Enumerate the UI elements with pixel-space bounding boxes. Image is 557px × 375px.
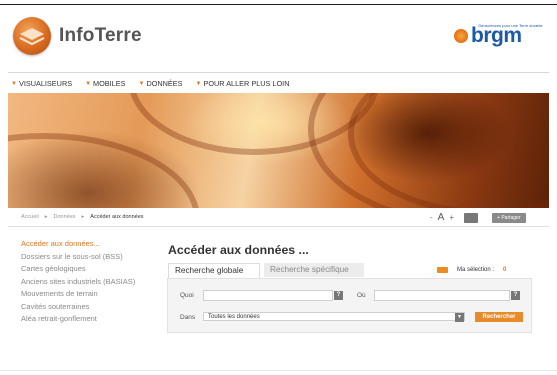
breadcrumb-home[interactable]: Accueil [21, 214, 39, 220]
main-nav: ▼ VISUALISEURS ▼ MOBILES ▼ DONNÉES ▼ POUR AL… [11, 79, 302, 88]
print-icon[interactable] [464, 212, 479, 223]
dropdown-arrow-icon[interactable]: ▼ [455, 313, 464, 322]
sidebar-item-acceder[interactable]: Accéder aux données... [21, 239, 141, 249]
page-tools: - A + + Partager [430, 212, 526, 223]
sidebar-item-bss[interactable]: Dossiers sur le sous-sol (BSS) [21, 252, 141, 262]
tab-recherche-specifique[interactable]: Recherche spécifique [264, 263, 364, 277]
top-border [0, 4, 557, 5]
nav-item-visualiseurs[interactable]: ▼ VISUALISEURS [11, 79, 72, 88]
quoi-help-icon[interactable]: ? [334, 291, 343, 300]
nav-divider [8, 72, 549, 73]
ou-help-icon[interactable]: ? [511, 291, 520, 300]
sidebar-item-cavites[interactable]: Cavités souterraines [21, 302, 141, 312]
font-size-icon: A [437, 212, 445, 223]
font-increase-button[interactable]: + [449, 213, 454, 222]
breadcrumb-separator: ▸ [81, 214, 85, 220]
quoi-input[interactable] [203, 290, 333, 301]
search-panel: Quoi ? Où ? Dans Toutes les données ▼ Re… [167, 278, 532, 333]
content-divider [8, 226, 549, 227]
rechercher-button[interactable]: Rechercher [475, 312, 523, 322]
ou-label: Où [357, 292, 366, 299]
brgm-logo[interactable]: brgm Géosciences pour une Terre durable [454, 23, 543, 47]
ou-input[interactable] [374, 290, 510, 301]
brgm-emblem-icon [454, 29, 468, 43]
bottom-divider [0, 370, 557, 371]
chevron-down-icon: ▼ [11, 80, 17, 87]
dans-label: Dans [180, 314, 196, 321]
brgm-tagline: Géosciences pour une Terre durable [478, 23, 543, 28]
page-title: Accéder aux données ... [168, 243, 309, 257]
my-selection[interactable]: Ma sélection : 0 [437, 267, 506, 273]
brgm-name: brgm [471, 24, 522, 47]
selection-count: 0 [503, 267, 507, 273]
selection-label: Ma sélection : [457, 267, 495, 273]
chevron-down-icon: ▼ [138, 80, 145, 87]
sidebar: Accéder aux données... Dossiers sur le s… [21, 239, 141, 328]
font-decrease-button[interactable]: - [430, 213, 433, 222]
nav-item-mobiles[interactable]: ▼ MOBILES [85, 79, 125, 88]
sidebar-item-mouvements[interactable]: Mouvements de terrain [21, 289, 141, 299]
breadcrumb-current: Accéder aux données [90, 214, 144, 220]
tab-recherche-globale[interactable]: Recherche globale [168, 263, 260, 278]
chevron-down-icon: ▼ [195, 80, 202, 87]
nav-item-pour-aller-plus-loin[interactable]: ▼ POUR ALLER PLUS LOIN [196, 79, 290, 88]
search-tabs: Recherche globale Recherche spécifique [168, 263, 364, 278]
sidebar-item-alea[interactable]: Aléa retrait-gonflement [21, 314, 141, 324]
chevron-down-icon: ▼ [85, 80, 92, 87]
breadcrumb-separator: ▸ [44, 214, 48, 220]
hero-banner-image [8, 93, 549, 208]
quoi-label: Quoi [180, 292, 194, 299]
breadcrumb-donnees[interactable]: Données [54, 214, 76, 220]
breadcrumb: Accueil ▸ Données ▸ Accéder aux données [21, 214, 150, 220]
share-button[interactable]: + Partager [492, 212, 526, 223]
dans-select[interactable]: Toutes les données [203, 312, 465, 321]
app-title: InfoTerre [59, 25, 142, 46]
basket-icon [437, 267, 448, 273]
nav-item-donnees[interactable]: ▼ DONNÉES [138, 79, 182, 88]
sidebar-item-cartes[interactable]: Cartes géologiques [21, 264, 141, 274]
infoterre-logo[interactable]: InfoTerre [13, 17, 142, 55]
globe-icon [13, 17, 51, 55]
sidebar-item-basias[interactable]: Anciens sites industriels (BASIAS) [21, 277, 141, 287]
